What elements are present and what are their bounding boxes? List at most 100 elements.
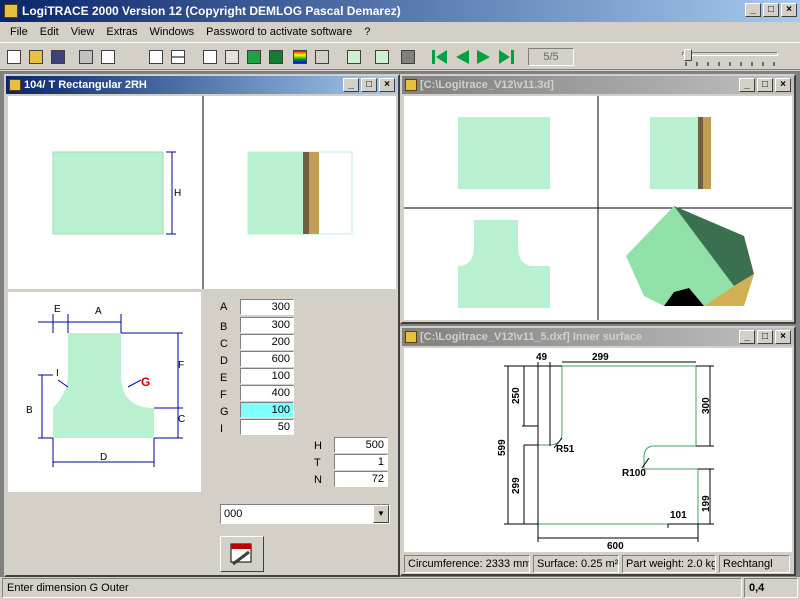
param-label-d: D: [220, 355, 228, 367]
param-label-c: C: [220, 338, 228, 350]
dxf-dim-49: 49: [536, 352, 548, 363]
window-icon: [9, 79, 21, 91]
param-label-g: G: [220, 406, 229, 418]
dim-d-label: D: [100, 452, 107, 463]
page-indicator: 5/5: [528, 48, 574, 66]
quad-view-icon[interactable]: [168, 47, 188, 67]
surface-info: Surface: 0.25 m²: [533, 555, 619, 573]
open-folder-icon[interactable]: [26, 47, 46, 67]
menu-edit[interactable]: Edit: [34, 26, 65, 38]
param-input-h[interactable]: 500: [334, 437, 388, 453]
print-icon[interactable]: [76, 47, 96, 67]
prev-page-icon[interactable]: [452, 47, 472, 67]
window-title: [C:\Logitrace_V12\v11_5.dxf] Inner surfa…: [420, 331, 642, 343]
dim-e-label: E: [54, 304, 61, 315]
win-maximize-button[interactable]: □: [757, 330, 773, 344]
solid-cube-icon[interactable]: [266, 47, 286, 67]
win-minimize-button[interactable]: _: [739, 78, 755, 92]
save-icon[interactable]: [48, 47, 68, 67]
win-maximize-button[interactable]: □: [361, 78, 377, 92]
win-close-button[interactable]: ×: [379, 78, 395, 92]
chevron-down-icon[interactable]: ▼: [373, 505, 389, 523]
dxf-dim-250: 250: [511, 387, 522, 404]
unfold-icon[interactable]: [344, 47, 364, 67]
menu-password[interactable]: Password to activate software: [200, 26, 358, 38]
flat-pattern-canvas: 49 299 250 300 599 R51 R100 299 199 101 …: [404, 348, 792, 552]
menu-windows[interactable]: Windows: [144, 26, 201, 38]
shaded-cube-icon[interactable]: [244, 47, 264, 67]
status-message: Enter dimension G Outer: [2, 578, 742, 598]
dim-c-label: C: [178, 414, 185, 425]
menubar: File Edit View Extras Windows Password t…: [0, 22, 800, 42]
tree-icon[interactable]: [312, 47, 332, 67]
win-close-button[interactable]: ×: [775, 78, 791, 92]
param-label-e: E: [220, 372, 228, 384]
win-minimize-button[interactable]: _: [343, 78, 359, 92]
dxf-dim-300: 300: [701, 397, 712, 414]
single-view-icon[interactable]: [146, 47, 166, 67]
zoom-slider[interactable]: [680, 49, 780, 67]
window-title: [C:\Logitrace_V12\v11.3d]: [420, 79, 554, 91]
menu-file[interactable]: File: [4, 26, 34, 38]
win-close-button[interactable]: ×: [775, 330, 791, 344]
param-label-b: B: [220, 321, 228, 333]
param-input-e[interactable]: 100: [240, 368, 294, 384]
window-part-params: 104/ T Rectangular 2RH _ □ × H E A F I G…: [4, 74, 400, 577]
hidden-line-cube-icon[interactable]: [222, 47, 242, 67]
last-page-icon[interactable]: [496, 47, 516, 67]
menu-view[interactable]: View: [65, 26, 101, 38]
param-input-f[interactable]: 400: [240, 385, 294, 401]
preview-icon[interactable]: [98, 47, 118, 67]
first-page-icon[interactable]: [430, 47, 450, 67]
menu-extras[interactable]: Extras: [100, 26, 143, 38]
dim-i-label: I: [56, 368, 59, 379]
win-minimize-button[interactable]: _: [739, 330, 755, 344]
param-input-g[interactable]: 100: [240, 402, 294, 418]
layers-icon[interactable]: [290, 47, 310, 67]
param-label-n: N: [314, 474, 322, 486]
window-titlebar: [C:\Logitrace_V12\v11_5.dxf] Inner surfa…: [402, 328, 794, 346]
param-input-d[interactable]: 600: [240, 351, 294, 367]
dxf-dim-r51: R51: [556, 444, 575, 455]
param-input-a[interactable]: 300: [240, 299, 294, 315]
material-combo[interactable]: 000 ▼: [220, 504, 390, 524]
menu-help[interactable]: ?: [358, 26, 376, 38]
dim-h-label: H: [174, 188, 181, 199]
param-input-n[interactable]: 72: [334, 471, 388, 487]
next-page-icon[interactable]: [474, 47, 494, 67]
close-button[interactable]: ×: [781, 3, 797, 17]
param-input-c[interactable]: 200: [240, 334, 294, 350]
dim-f-label: F: [178, 360, 184, 371]
status-coords: 0,4: [744, 578, 798, 598]
shape-info: Rechtangl: [719, 555, 790, 573]
minimize-button[interactable]: _: [745, 3, 761, 17]
new-file-icon[interactable]: [4, 47, 24, 67]
sketch-canvas: E A F I G B C D: [8, 292, 201, 492]
curve-icon[interactable]: [372, 47, 392, 67]
param-label-h: H: [314, 440, 322, 452]
window-title: 104/ T Rectangular 2RH: [24, 79, 147, 91]
param-input-i[interactable]: 50: [240, 419, 294, 435]
dim-a-label: A: [95, 306, 102, 317]
dxf-dim-599: 599: [497, 439, 508, 456]
param-input-t[interactable]: 1: [334, 454, 388, 470]
window-icon: [405, 79, 417, 91]
wireframe-cube-icon[interactable]: [200, 47, 220, 67]
param-input-b[interactable]: 300: [240, 317, 294, 333]
window-titlebar: [C:\Logitrace_V12\v11.3d] _ □ ×: [402, 76, 794, 94]
window-dxf-view: [C:\Logitrace_V12\v11_5.dxf] Inner surfa…: [400, 326, 796, 576]
dxf-dim-r100: R100: [622, 468, 646, 479]
dim-b-label: B: [26, 405, 33, 416]
toolbar: 5/5: [0, 42, 800, 70]
disabled-tool-icon: [398, 47, 418, 67]
app-titlebar: LogiTRACE 2000 Version 12 (Copyright DEM…: [0, 0, 800, 22]
front-views-canvas: H: [8, 96, 396, 289]
maximize-button[interactable]: □: [763, 3, 779, 17]
app-icon: [4, 4, 18, 18]
win-maximize-button[interactable]: □: [757, 78, 773, 92]
calculate-button[interactable]: [220, 536, 264, 572]
param-label-f: F: [220, 389, 227, 401]
views-3d-canvas: [404, 96, 792, 320]
dxf-dim-600: 600: [607, 541, 624, 552]
slider-thumb[interactable]: [684, 49, 692, 61]
